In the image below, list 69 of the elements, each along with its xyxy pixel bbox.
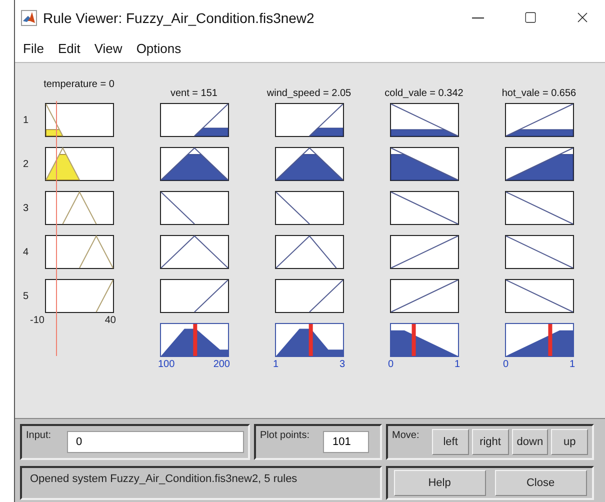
axis-label: 40 bbox=[104, 315, 116, 326]
membership-plot bbox=[504, 147, 574, 181]
membership-plot bbox=[504, 103, 574, 137]
menu-item[interactable]: Options bbox=[130, 39, 188, 58]
plot-points-field[interactable]: 101 bbox=[323, 431, 370, 453]
axis-label: 1 bbox=[273, 359, 279, 370]
status-message: Opened system Fuzzy_Air_Condition.fis3new2, 5 rules bbox=[20, 466, 382, 500]
rule-number: 1 bbox=[23, 114, 30, 128]
membership-plot bbox=[274, 235, 344, 269]
membership-plot bbox=[160, 235, 228, 269]
membership-plot bbox=[160, 191, 228, 225]
move-button[interactable]: right bbox=[472, 429, 509, 455]
output-plot bbox=[274, 323, 344, 357]
membership-plot bbox=[504, 191, 574, 225]
variable-label: hot_vale = 0.656 bbox=[502, 88, 576, 101]
membership-plot bbox=[390, 191, 458, 225]
maximize-icon bbox=[524, 11, 536, 24]
membership-plot bbox=[44, 147, 114, 181]
output-plot bbox=[390, 323, 458, 357]
help-button[interactable]: Help bbox=[394, 470, 486, 496]
window-title: Rule Viewer: Fuzzy_Air_Condition.fis3new2 bbox=[43, 10, 316, 26]
membership-plot bbox=[504, 235, 574, 269]
rule-number: 4 bbox=[23, 246, 30, 260]
rule-number: 3 bbox=[23, 202, 30, 216]
membership-plot bbox=[44, 191, 114, 225]
app-icon bbox=[21, 10, 37, 26]
axis-label: 0 bbox=[503, 359, 509, 370]
membership-plot bbox=[274, 147, 344, 181]
variable-label: vent = 151 bbox=[170, 88, 218, 101]
output-plot bbox=[160, 323, 228, 357]
rule-number: 5 bbox=[23, 290, 30, 304]
membership-plot bbox=[160, 103, 228, 137]
membership-plot bbox=[504, 279, 574, 313]
membership-plot bbox=[44, 103, 114, 137]
close-dialog-button[interactable]: Close bbox=[494, 470, 586, 496]
axis-label: 0 bbox=[388, 359, 394, 370]
move-button[interactable]: down bbox=[512, 429, 548, 455]
membership-plot bbox=[390, 235, 458, 269]
membership-plot bbox=[390, 103, 458, 137]
move-label: Move: bbox=[392, 430, 420, 441]
menu-item[interactable]: View bbox=[88, 39, 128, 58]
membership-plot bbox=[390, 279, 458, 313]
move-button[interactable]: left bbox=[432, 429, 469, 455]
membership-plot bbox=[390, 147, 458, 181]
axis-label: 1 bbox=[454, 359, 460, 370]
rule-number: 2 bbox=[23, 158, 30, 172]
axis-label: 1 bbox=[569, 359, 575, 370]
plot-points-label: Plot points: bbox=[260, 430, 310, 441]
variable-label: cold_vale = 0.342 bbox=[384, 88, 464, 101]
axis-label: -10 bbox=[30, 315, 44, 326]
membership-plot bbox=[274, 191, 344, 225]
variable-label: wind_speed = 2.05 bbox=[266, 88, 352, 101]
menu-item[interactable]: File bbox=[17, 39, 50, 58]
move-button[interactable]: up bbox=[551, 429, 588, 455]
membership-plot bbox=[274, 103, 344, 137]
membership-plot bbox=[160, 147, 228, 181]
input-label: Input: bbox=[26, 430, 52, 441]
membership-plot bbox=[44, 279, 114, 313]
variable-label: temperature = 0 bbox=[44, 79, 114, 92]
axis-label: 200 bbox=[213, 359, 230, 370]
membership-plot bbox=[160, 279, 228, 313]
minimize-icon bbox=[472, 16, 484, 18]
output-plot bbox=[504, 323, 574, 357]
menu-item[interactable]: Edit bbox=[52, 39, 86, 58]
axis-label: 3 bbox=[339, 359, 345, 370]
axis-label: 100 bbox=[158, 359, 175, 370]
input-field[interactable]: 0 bbox=[67, 431, 244, 453]
membership-plot bbox=[44, 235, 114, 269]
membership-plot bbox=[274, 279, 344, 313]
